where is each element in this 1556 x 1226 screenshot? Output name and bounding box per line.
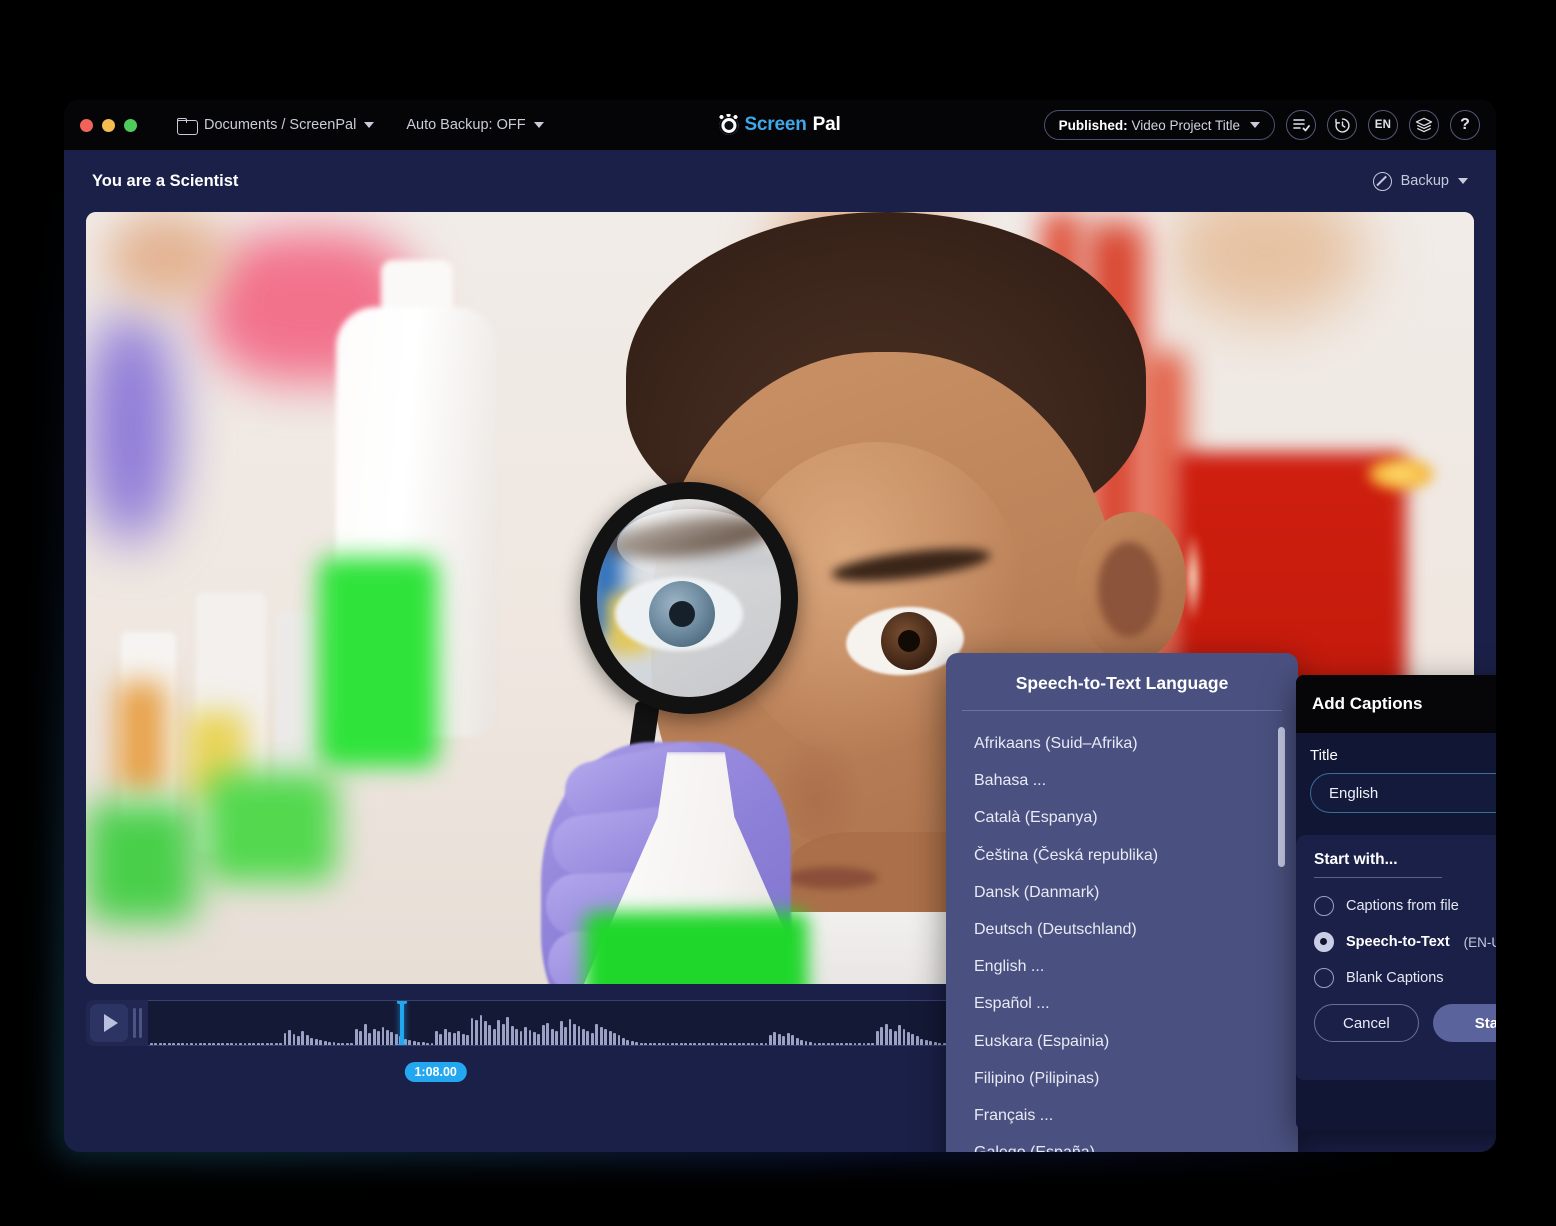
add-captions-panel[interactable]: Add Captions ? Title English Start with.… (1296, 675, 1496, 1130)
language-list-scrollbar[interactable] (1278, 727, 1285, 867)
divider (1314, 877, 1442, 878)
published-prefix: Published: (1058, 117, 1128, 133)
speech-to-text-language-popup[interactable]: Speech-to-Text Language Afrikaans (Suid–… (946, 653, 1298, 1152)
close-window-button[interactable] (80, 118, 93, 132)
language-list-item[interactable]: Afrikaans (Suid–Afrika) (946, 725, 1298, 762)
play-button[interactable] (90, 1004, 128, 1042)
language-list-item[interactable]: Filipino (Pilipinas) (946, 1060, 1298, 1097)
start-with-section: Start with... Captions from file Speech-… (1296, 835, 1496, 1080)
backup-selector[interactable]: Backup (1372, 171, 1468, 191)
history-clock-icon (1334, 117, 1350, 133)
radio-icon[interactable] (1314, 896, 1334, 916)
list-check-icon (1292, 119, 1310, 132)
language-list-item[interactable]: English ... (946, 948, 1298, 985)
history-icon-button[interactable] (1327, 110, 1357, 140)
option-captions-from-file[interactable]: Captions from file (1314, 896, 1496, 916)
auto-backup-label: Auto Backup: OFF (406, 117, 526, 133)
language-list[interactable]: Afrikaans (Suid–Afrika) Bahasa ... Català … (946, 711, 1298, 1152)
option-label: Captions from file (1346, 898, 1459, 914)
speech-language-code: (EN-US) (1463, 934, 1496, 950)
radio-icon-selected[interactable] (1314, 932, 1334, 952)
screenpal-logo: Screen Pal (718, 113, 841, 136)
no-backup-icon (1372, 171, 1392, 191)
language-list-item[interactable]: Dansk (Danmark) (946, 874, 1298, 911)
help-icon-button[interactable]: ? (1450, 110, 1480, 140)
auto-backup-selector[interactable]: Auto Backup: OFF (406, 117, 544, 133)
language-list-item[interactable]: Euskara (Espainia) (946, 1023, 1298, 1060)
add-captions-header: Add Captions ? (1296, 675, 1496, 733)
language-list-item[interactable]: Galego (España) (946, 1134, 1298, 1152)
play-icon (103, 1014, 118, 1032)
add-captions-body: Title English Start with... Captions fro… (1296, 733, 1496, 1080)
backup-label: Backup (1400, 173, 1449, 189)
layers-icon-button[interactable] (1409, 110, 1439, 140)
language-code-label: EN (1374, 119, 1392, 131)
page-title: You are a Scientist (92, 171, 239, 190)
start-with-label: Start with... (1314, 851, 1398, 868)
current-time-badge: 1:08.00 (404, 1062, 467, 1082)
chevron-down-icon (1250, 122, 1260, 128)
layers-icon (1415, 117, 1433, 133)
start-button[interactable]: Start (1432, 1004, 1496, 1042)
option-label: Blank Captions (1346, 970, 1444, 986)
language-list-item[interactable]: Español ... (946, 985, 1298, 1022)
logo-text-screen: Screen (744, 114, 807, 135)
option-blank-captions[interactable]: Blank Captions (1314, 968, 1496, 988)
logo-text-pal: Pal (812, 114, 841, 135)
language-popup-title: Speech-to-Text Language (1015, 673, 1229, 693)
published-project-title: Video Project Title (1131, 117, 1240, 133)
timeline-left-handle[interactable] (133, 1008, 143, 1038)
window-traffic-lights (80, 118, 137, 132)
radio-icon[interactable] (1314, 968, 1334, 988)
title-bar: Documents / ScreenPal Auto Backup: OFF S… (64, 100, 1496, 150)
add-captions-title: Add Captions (1312, 694, 1423, 713)
option-speech-to-text[interactable]: Speech-to-Text (EN-US) (1314, 932, 1496, 952)
language-list-item[interactable]: Bahasa ... (946, 762, 1298, 799)
chevron-down-icon (533, 122, 544, 128)
language-icon-button[interactable]: EN (1368, 110, 1398, 140)
title-field-label: Title (1310, 747, 1338, 764)
minimize-window-button[interactable] (102, 118, 115, 132)
language-list-item[interactable]: Français ... (946, 1097, 1298, 1134)
maximize-window-button[interactable] (124, 118, 137, 132)
project-header: You are a Scientist Backup (64, 150, 1496, 212)
app-window: Documents / ScreenPal Auto Backup: OFF S… (64, 100, 1496, 1152)
language-list-item[interactable]: Deutsch (Deutschland) (946, 911, 1298, 948)
titlebar-actions: Published: Video Project Title EN ? (1043, 110, 1480, 140)
tasks-list-icon-button[interactable] (1286, 110, 1316, 140)
chevron-down-icon (364, 122, 375, 128)
option-label: Speech-to-Text (1346, 934, 1450, 950)
published-project-selector[interactable]: Published: Video Project Title (1043, 110, 1275, 140)
help-label: ? (1460, 116, 1470, 133)
caption-title-input[interactable]: English (1310, 773, 1496, 813)
screenpal-mark-icon (718, 113, 740, 135)
language-list-item[interactable]: Català (Espanya) (946, 799, 1298, 836)
language-list-item[interactable]: Čeština (Česká republika) (946, 837, 1298, 874)
folder-icon (177, 117, 198, 135)
chevron-down-icon (1458, 178, 1468, 184)
playhead[interactable] (397, 1001, 408, 1045)
cancel-button[interactable]: Cancel (1314, 1004, 1419, 1042)
add-captions-actions: Cancel Start (1314, 1004, 1496, 1042)
breadcrumb-folder-selector[interactable]: Documents / ScreenPal (177, 117, 375, 135)
breadcrumb-label: Documents / ScreenPal (204, 117, 357, 133)
